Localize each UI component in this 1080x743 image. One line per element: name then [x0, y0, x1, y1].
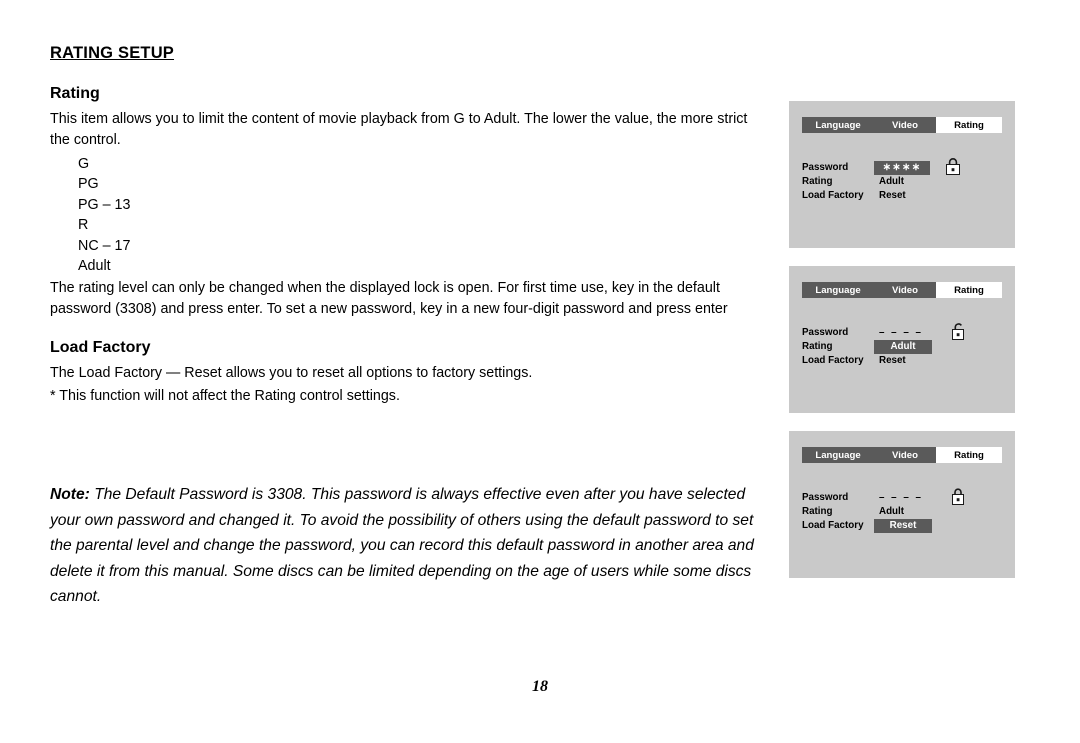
osd-label-rating: Rating: [802, 506, 833, 517]
note-block: Note: The Default Password is 3308. This…: [50, 482, 770, 610]
osd-row-rating: Rating Adult: [802, 505, 1007, 519]
osd-settings-list: Password – – – – Rating Adult Load Facto…: [802, 488, 1007, 533]
osd-label-password: Password: [802, 327, 849, 338]
osd-value-rating[interactable]: Adult: [874, 340, 932, 354]
list-item: Adult: [78, 257, 111, 274]
osd-value-password[interactable]: – – – –: [874, 491, 928, 505]
osd-value-load-factory[interactable]: Reset: [874, 354, 911, 368]
tab-video[interactable]: Video: [874, 447, 936, 463]
osd-value-password[interactable]: – – – –: [874, 326, 928, 340]
list-item: R: [78, 217, 89, 234]
page-title: RATING SETUP: [50, 44, 175, 62]
osd-label-password: Password: [802, 492, 849, 503]
rating-password-paragraph: The rating level can only be changed whe…: [50, 280, 728, 318]
tab-video[interactable]: Video: [874, 282, 936, 298]
padlock-closed-icon: [952, 488, 966, 505]
tab-rating[interactable]: Rating: [936, 282, 1002, 298]
osd-value-rating[interactable]: Adult: [874, 505, 909, 519]
osd-label-rating: Rating: [802, 176, 833, 187]
tab-language[interactable]: Language: [802, 282, 874, 298]
tab-video[interactable]: Video: [874, 117, 936, 133]
load-factory-footnote: * This function will not affect the Rati…: [50, 387, 400, 404]
section-heading-load-factory: Load Factory: [50, 338, 151, 356]
tab-language[interactable]: Language: [802, 117, 874, 133]
osd-label-rating: Rating: [802, 341, 833, 352]
tab-language[interactable]: Language: [802, 447, 874, 463]
osd-row-load-factory: Load Factory Reset: [802, 519, 1007, 533]
list-item: PG: [78, 176, 99, 193]
osd-value-load-factory[interactable]: Reset: [874, 189, 911, 203]
osd-label-load-factory: Load Factory: [802, 520, 864, 531]
osd-value-password[interactable]: ∗∗∗∗: [874, 161, 930, 175]
osd-row-password: Password – – – –: [802, 323, 1007, 340]
osd-settings-list: Password – – – – Rating Adult Load Facto…: [802, 323, 1007, 368]
rating-levels-list: G PG PG – 13 R NC – 17 Adult: [50, 154, 756, 276]
osd-label-load-factory: Load Factory: [802, 190, 864, 201]
tab-rating[interactable]: Rating: [936, 447, 1002, 463]
osd-value-rating[interactable]: Adult: [874, 175, 909, 189]
osd-tab-bar: Language Video Rating: [802, 447, 1002, 463]
load-factory-paragraph: The Load Factory — Reset allows you to r…: [50, 365, 533, 382]
tab-rating[interactable]: Rating: [936, 117, 1002, 133]
osd-row-password: Password – – – –: [802, 488, 1007, 505]
osd-tab-bar: Language Video Rating: [802, 117, 1002, 133]
osd-label-load-factory: Load Factory: [802, 355, 864, 366]
osd-label-password: Password: [802, 162, 849, 173]
page-number: 18: [532, 678, 548, 695]
osd-row-rating: Rating Adult: [802, 175, 1007, 189]
document-body: RATING SETUP Rating This item allows you…: [50, 44, 756, 407]
note-label: Note:: [50, 486, 90, 503]
osd-screen-rating-unlocked: Language Video Rating Password – – – – R…: [789, 266, 1015, 413]
list-item: PG – 13: [78, 196, 131, 213]
osd-row-load-factory: Load Factory Reset: [802, 354, 1007, 368]
osd-settings-list: Password ∗∗∗∗ Rating Adult Load Factory …: [802, 158, 1007, 203]
note-text: The Default Password is 3308. This passw…: [50, 486, 754, 606]
padlock-open-icon: [952, 323, 966, 340]
osd-screen-rating-locked: Language Video Rating Password ∗∗∗∗ Rati…: [789, 101, 1015, 248]
section-heading-rating: Rating: [50, 85, 100, 103]
osd-row-password: Password ∗∗∗∗: [802, 158, 1007, 175]
padlock-closed-icon: [946, 158, 960, 175]
osd-row-rating: Rating Adult: [802, 340, 1007, 354]
osd-row-load-factory: Load Factory Reset: [802, 189, 1007, 203]
osd-screen-load-factory-selected: Language Video Rating Password – – – – R…: [789, 431, 1015, 578]
osd-value-load-factory[interactable]: Reset: [874, 519, 932, 533]
list-item: NC – 17: [78, 237, 131, 254]
osd-tab-bar: Language Video Rating: [802, 282, 1002, 298]
rating-intro-paragraph: This item allows you to limit the conten…: [50, 111, 748, 149]
list-item: G: [78, 155, 90, 172]
